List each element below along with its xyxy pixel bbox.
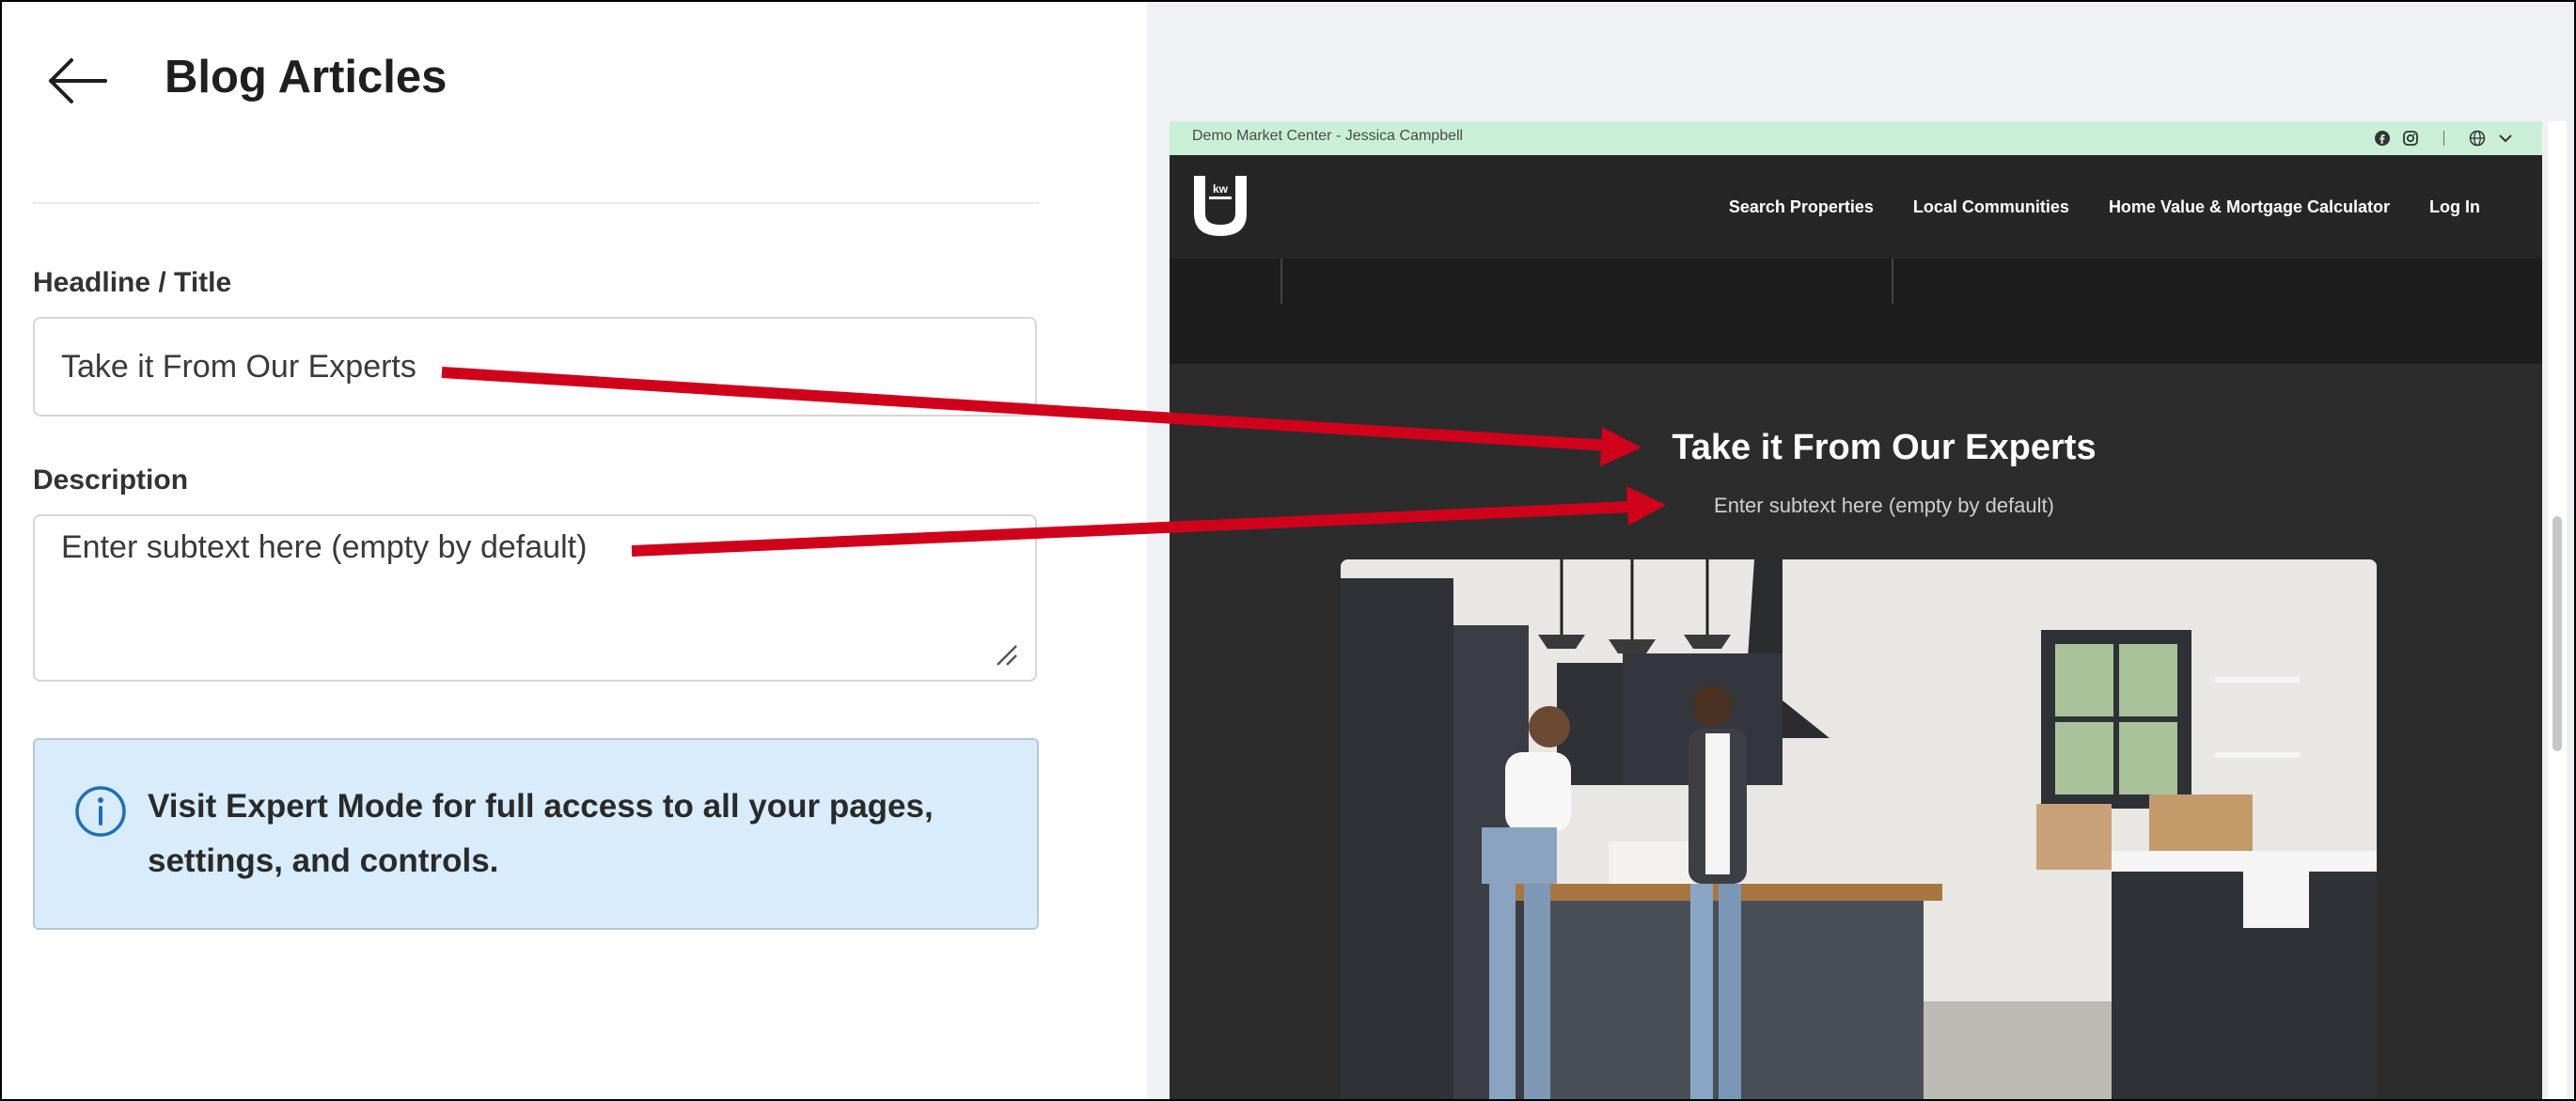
description-textarea[interactable]: Enter subtext here (empty by default) bbox=[33, 514, 1037, 682]
preview-subtext: Enter subtext here (empty by default) bbox=[1714, 494, 2054, 517]
kw-university-logo[interactable]: kw bbox=[1190, 174, 1250, 238]
nav-home-value-calculator[interactable]: Home Value & Mortgage Calculator bbox=[2109, 197, 2390, 217]
page-title: Blog Articles bbox=[165, 52, 448, 102]
nav-links: Search Properties Local Communities Home… bbox=[1729, 155, 2480, 259]
back-button[interactable] bbox=[47, 56, 109, 105]
nav-local-communities[interactable]: Local Communities bbox=[1913, 197, 2069, 217]
expert-mode-info-box: Visit Expert Mode for full access to all… bbox=[33, 738, 1039, 930]
market-center-text: Demo Market Center - Jessica Campbell bbox=[1192, 128, 1464, 144]
editor-panel: Blog Articles Headline / Title Take it F… bbox=[2, 2, 1147, 1099]
preview-topbar: Demo Market Center - Jessica Campbell bbox=[1170, 121, 2542, 155]
preview-navbar: kw Search Properties Local Communities H… bbox=[1170, 155, 2542, 259]
preview-headline: Take it From Our Experts bbox=[1672, 428, 2097, 467]
strip-divider bbox=[1892, 259, 1893, 304]
globe-icon[interactable] bbox=[2469, 130, 2486, 147]
svg-text:kw: kw bbox=[1213, 182, 1229, 196]
divider bbox=[33, 202, 1039, 204]
preview-scrollbar[interactable] bbox=[2548, 121, 2567, 1099]
preview-panel: Demo Market Center - Jessica Campbell kw… bbox=[1147, 2, 2574, 1099]
facebook-icon[interactable] bbox=[2374, 130, 2391, 147]
hero-strip bbox=[1170, 259, 2542, 364]
description-textarea-value: Enter subtext here (empty by default) bbox=[61, 529, 588, 565]
scrollbar-thumb[interactable] bbox=[2552, 516, 2562, 751]
resize-handle-icon[interactable] bbox=[994, 642, 1018, 667]
instagram-icon[interactable] bbox=[2402, 130, 2419, 147]
headline-label: Headline / Title bbox=[33, 267, 232, 298]
description-label: Description bbox=[33, 464, 189, 495]
website-preview: Demo Market Center - Jessica Campbell kw… bbox=[1170, 121, 2542, 1099]
topbar-separator bbox=[2443, 131, 2444, 146]
info-icon bbox=[75, 786, 126, 837]
kitchen-photo bbox=[1341, 559, 2377, 1099]
arrow-left-icon bbox=[49, 58, 107, 103]
chevron-down-icon[interactable] bbox=[2497, 130, 2514, 147]
info-text: Visit Expert Mode for full access to all… bbox=[148, 788, 934, 879]
strip-divider bbox=[1280, 259, 1282, 304]
topbar-icons bbox=[2374, 127, 2514, 149]
headline-input[interactable]: Take it From Our Experts bbox=[33, 317, 1037, 417]
screenshot-frame: Blog Articles Headline / Title Take it F… bbox=[0, 0, 2576, 1101]
kitchen-photo-illustration bbox=[1341, 559, 2377, 1099]
nav-search-properties[interactable]: Search Properties bbox=[1729, 197, 1874, 217]
nav-log-in[interactable]: Log In bbox=[2429, 197, 2480, 217]
headline-input-value: Take it From Our Experts bbox=[61, 349, 416, 385]
